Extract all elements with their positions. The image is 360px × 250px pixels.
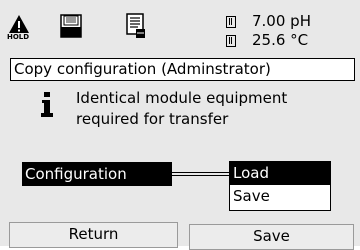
save-button[interactable]: Save (189, 224, 354, 250)
hold-label: HOLD (7, 33, 30, 41)
sensor-icon (226, 34, 236, 47)
info-message: Identical module equipment required for … (76, 88, 346, 130)
return-button[interactable]: Return (9, 222, 178, 248)
logbook-icon (125, 12, 147, 40)
measurement-readout: 7.00 pH 25.6 °C (226, 12, 356, 50)
memory-card-icon (60, 14, 82, 38)
temperature-value: 25.6 °C (252, 31, 309, 49)
info-icon (40, 92, 54, 118)
measurement-row-ph: 7.00 pH (226, 12, 356, 31)
option-save[interactable]: Save (230, 185, 330, 208)
configuration-options[interactable]: Load Save (229, 161, 331, 211)
measurement-row-temp: 25.6 °C (226, 31, 356, 50)
option-load[interactable]: Load (230, 162, 330, 185)
info-message-line1: Identical module equipment (76, 89, 288, 107)
ph-value: 7.00 pH (252, 12, 311, 30)
info-message-line2: required for transfer (76, 110, 229, 128)
softkey-bar: Return Save (0, 222, 360, 250)
configuration-label[interactable]: Configuration (22, 162, 172, 186)
menu-title: Copy configuration (Adminstrator) (10, 58, 355, 81)
status-bar: HOLD 7.00 pH 25.6 °C (0, 0, 360, 56)
sensor-icon (226, 15, 236, 28)
selection-connector (172, 172, 229, 176)
device-screen: HOLD 7.00 pH 25.6 °C Copy configuration … (0, 0, 360, 250)
